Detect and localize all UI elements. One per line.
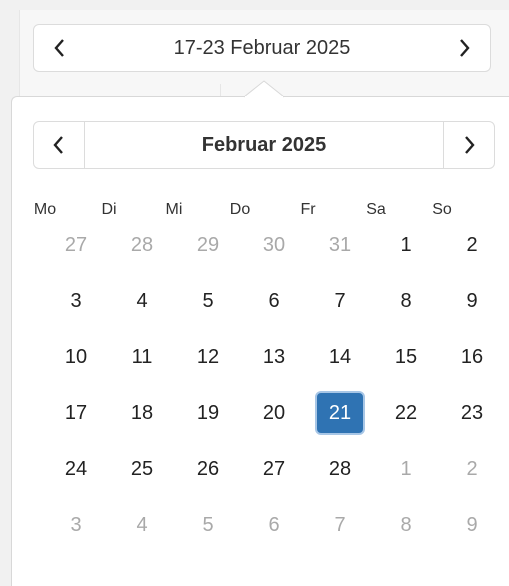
month-label[interactable]: Februar 2025 [84, 122, 444, 168]
day-cell[interactable]: 1 [381, 223, 431, 267]
day-cell[interactable]: 6 [249, 279, 299, 323]
adjacent-month-day-cell[interactable]: 31 [315, 223, 365, 267]
weekday-label: Mo [33, 201, 57, 218]
adjacent-month-day-cell[interactable]: 9 [447, 503, 497, 547]
day-cell[interactable]: 22 [381, 391, 431, 435]
day-cell[interactable]: 9 [447, 279, 497, 323]
popup-caret [244, 80, 284, 98]
day-cell[interactable]: 7 [315, 279, 365, 323]
day-cell[interactable]: 13 [249, 335, 299, 379]
weekday-header-row: Mo Di Mi Do Fr Sa So [28, 201, 488, 225]
adjacent-month-day-cell[interactable]: 3 [51, 503, 101, 547]
adjacent-month-day-cell[interactable]: 30 [249, 223, 299, 267]
day-cell[interactable]: 23 [447, 391, 497, 435]
day-cell[interactable]: 28 [315, 447, 365, 491]
weekday-label: So [432, 201, 452, 218]
next-week-button[interactable] [438, 25, 490, 71]
weekday-label: Sa [366, 201, 386, 218]
day-cell[interactable]: 8 [381, 279, 431, 323]
previous-month-button[interactable] [34, 122, 85, 168]
day-cell[interactable]: 27 [249, 447, 299, 491]
weekday-label: Mi [165, 201, 183, 218]
day-cell[interactable]: 3 [51, 279, 101, 323]
weekday-label: Do [229, 201, 251, 218]
day-cell[interactable]: 10 [51, 335, 101, 379]
adjacent-month-day-cell[interactable]: 2 [447, 447, 497, 491]
adjacent-month-day-cell[interactable]: 28 [117, 223, 167, 267]
adjacent-month-day-cell[interactable]: 1 [381, 447, 431, 491]
day-cell[interactable]: 24 [51, 447, 101, 491]
week-range-label[interactable]: 17-23 Februar 2025 [86, 25, 438, 71]
adjacent-month-day-cell[interactable]: 8 [381, 503, 431, 547]
day-cell[interactable]: 4 [117, 279, 167, 323]
day-cell[interactable]: 18 [117, 391, 167, 435]
chevron-left-icon [53, 136, 63, 154]
next-month-button[interactable] [443, 122, 494, 168]
day-cell[interactable]: 5 [183, 279, 233, 323]
chevron-right-icon [460, 39, 470, 57]
chevron-left-icon [54, 39, 64, 57]
day-cell[interactable]: 14 [315, 335, 365, 379]
weekday-label: Di [101, 201, 117, 218]
day-cell[interactable]: 11 [117, 335, 167, 379]
date-picker-popup: Februar 2025 Mo Di Mi Do Fr Sa So 27 28 29 30 31 1 2… [11, 96, 509, 586]
day-cell[interactable]: 19 [183, 391, 233, 435]
day-cell[interactable]: 2 [447, 223, 497, 267]
chevron-right-icon [465, 136, 475, 154]
selected-day-cell[interactable]: 21 [315, 391, 365, 435]
previous-week-button[interactable] [34, 25, 86, 71]
adjacent-month-day-cell[interactable]: 29 [183, 223, 233, 267]
day-cell[interactable]: 16 [447, 335, 497, 379]
month-navigator: Februar 2025 [33, 121, 495, 169]
day-cell[interactable]: 12 [183, 335, 233, 379]
day-cell[interactable]: 25 [117, 447, 167, 491]
adjacent-month-day-cell[interactable]: 7 [315, 503, 365, 547]
adjacent-month-day-cell[interactable]: 27 [51, 223, 101, 267]
day-cell[interactable]: 26 [183, 447, 233, 491]
adjacent-month-day-cell[interactable]: 5 [183, 503, 233, 547]
day-cell[interactable]: 20 [249, 391, 299, 435]
adjacent-month-day-cell[interactable]: 4 [117, 503, 167, 547]
week-navigator: 17-23 Februar 2025 [33, 24, 491, 72]
day-cell[interactable]: 15 [381, 335, 431, 379]
adjacent-month-day-cell[interactable]: 6 [249, 503, 299, 547]
weekday-label: Fr [300, 201, 316, 218]
day-cell[interactable]: 17 [51, 391, 101, 435]
